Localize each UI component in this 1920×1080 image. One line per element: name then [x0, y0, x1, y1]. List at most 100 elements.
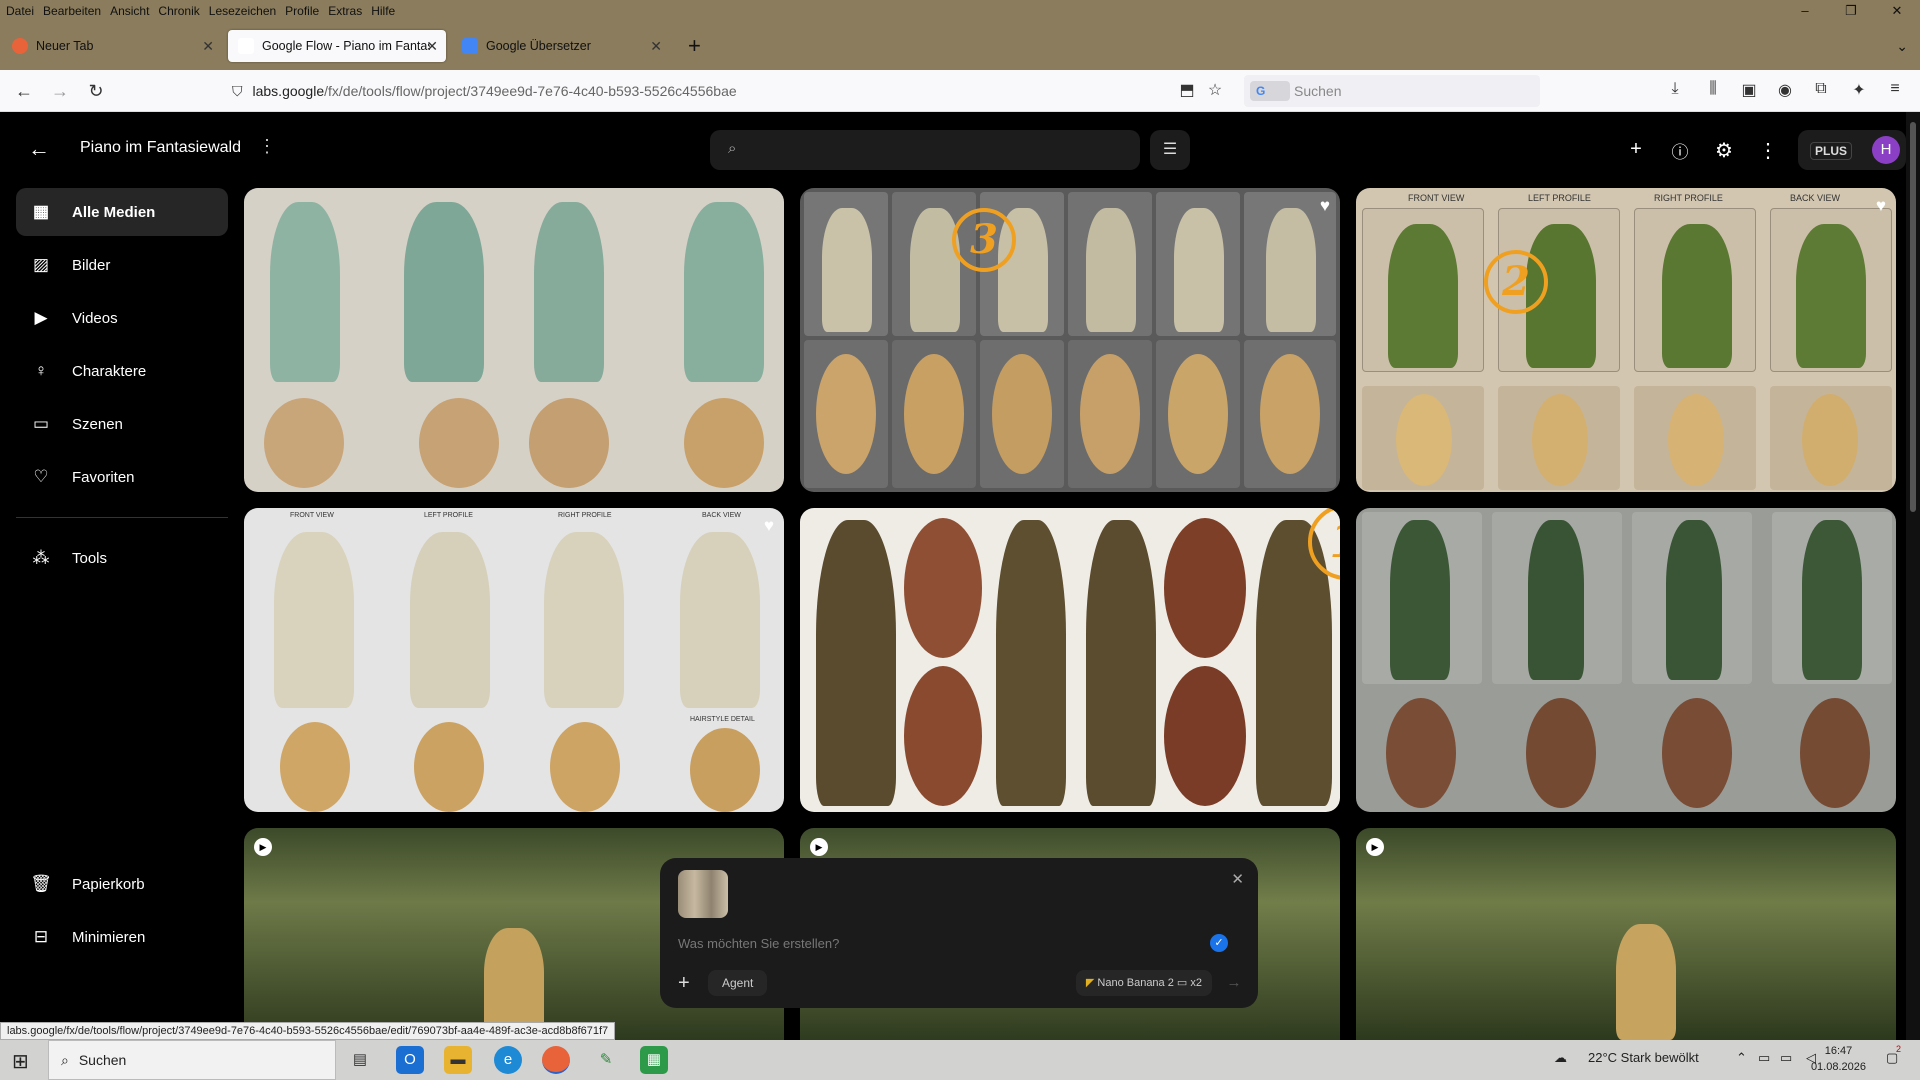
back-arrow-icon[interactable]: ←: [28, 136, 50, 162]
sidebar-item-videos[interactable]: ▶ Videos: [16, 294, 228, 342]
container-icon[interactable]: ⧉: [1810, 80, 1832, 98]
send-arrow-icon[interactable]: →: [1220, 970, 1248, 996]
new-tab-button[interactable]: +: [688, 35, 701, 57]
site-info-icon[interactable]: ⛉: [232, 83, 243, 100]
media-tile-video-forest-piano-3[interactable]: ▶: [1356, 828, 1896, 1040]
account-pill[interactable]: PLUS H: [1798, 130, 1906, 170]
edge-icon[interactable]: e: [494, 1046, 522, 1074]
notepad-icon[interactable]: ▦: [640, 1046, 668, 1074]
media-tile-green-gown-sheet[interactable]: FRONT VIEW LEFT PROFILE RIGHT PROFILE BA…: [1356, 188, 1896, 492]
menu-datei[interactable]: Datei: [6, 4, 34, 18]
add-icon[interactable]: +: [1624, 138, 1648, 161]
close-tab-icon[interactable]: ✕: [426, 38, 438, 55]
menu-profile[interactable]: Profile: [285, 4, 319, 18]
sidebar-item-alle-medien[interactable]: ▦ Alle Medien: [16, 188, 228, 236]
extensions-icon[interactable]: ✦: [1848, 80, 1870, 100]
close-icon[interactable]: ✕: [1231, 870, 1244, 888]
url-path: /fx/de/tools/flow/project/3749ee9d-7e76-…: [324, 83, 737, 99]
menu-ansicht[interactable]: Ansicht: [110, 4, 149, 18]
avatar[interactable]: H: [1872, 136, 1900, 164]
url-bar[interactable]: ⛉ labs.google/fx/de/tools/flow/project/3…: [232, 75, 1222, 107]
sidebar-item-favoriten[interactable]: ♡ Favoriten: [16, 453, 228, 501]
media-tile-green-tunic-sheet[interactable]: [1356, 508, 1896, 812]
menu-extras[interactable]: Extras: [328, 4, 362, 18]
media-tile-white-dress-sheet[interactable]: FRONT VIEW LEFT PROFILE RIGHT PROFILE BA…: [244, 508, 784, 812]
search-engine-selector[interactable]: G: [1250, 81, 1290, 101]
agent-button[interactable]: Agent: [708, 970, 768, 996]
app-icon[interactable]: ✎: [592, 1046, 620, 1074]
display-icon[interactable]: ▭: [1780, 1050, 1792, 1066]
forward-icon[interactable]: →: [48, 79, 72, 103]
maximize-window-button[interactable]: ❐: [1828, 0, 1874, 22]
favorite-heart-icon[interactable]: ♥: [1320, 196, 1330, 216]
play-icon[interactable]: ▶: [810, 838, 828, 856]
sidebar-item-papierkorb[interactable]: 🗑 Papierkorb: [16, 860, 228, 908]
menu-lesezeichen[interactable]: Lesezeichen: [209, 4, 276, 18]
sidebar-item-tools[interactable]: ⁂ Tools: [16, 534, 228, 582]
filter-button[interactable]: ☰: [1150, 130, 1190, 170]
reload-icon[interactable]: ↻: [84, 79, 108, 103]
favorite-heart-icon[interactable]: ♥: [1876, 196, 1886, 216]
clock[interactable]: 16:47 01.08.2026: [1811, 1043, 1866, 1075]
minimize-window-button[interactable]: –: [1782, 0, 1828, 22]
play-icon[interactable]: ▶: [254, 838, 272, 856]
media-tile-elf-ranger-sheet[interactable]: 1: [800, 508, 1340, 812]
model-selector[interactable]: ◤ Nano Banana 2 ▭ x2: [1075, 970, 1212, 996]
add-icon[interactable]: +: [678, 972, 690, 995]
close-window-button[interactable]: ✕: [1874, 0, 1920, 22]
library-icon[interactable]: ⫼: [1702, 80, 1724, 98]
tab-list-chevron-icon[interactable]: ⌄: [1896, 38, 1908, 55]
play-icon[interactable]: ▶: [1366, 838, 1384, 856]
sidebar-item-label: Alle Medien: [72, 203, 156, 221]
weather-icon[interactable]: ☁: [1554, 1050, 1567, 1066]
help-icon[interactable]: ⓘ: [1668, 138, 1692, 163]
web-search-input[interactable]: G Suchen: [1244, 75, 1540, 107]
sidebar-toggle-icon[interactable]: ▣: [1738, 80, 1760, 100]
close-tab-icon[interactable]: ✕: [650, 38, 662, 55]
file-explorer-icon[interactable]: ▬: [444, 1046, 472, 1074]
menu-hilfe[interactable]: Hilfe: [371, 4, 395, 18]
close-tab-icon[interactable]: ✕: [202, 38, 214, 55]
taskbar-search[interactable]: ⌕ Suchen: [48, 1040, 336, 1080]
prompt-input[interactable]: Was möchten Sie erstellen?: [678, 936, 839, 951]
sheet-label: HAIRSTYLE DETAIL: [690, 716, 755, 723]
firefox-icon[interactable]: [542, 1046, 570, 1074]
page-scrollbar[interactable]: [1906, 112, 1920, 1040]
back-icon[interactable]: ←: [12, 79, 36, 103]
settings-gear-icon[interactable]: ⚙: [1712, 138, 1736, 163]
hamburger-menu-icon[interactable]: ≡: [1884, 80, 1906, 98]
check-icon[interactable]: ✓: [1210, 934, 1228, 952]
sidebar-item-minimieren[interactable]: ⊟ Minimieren: [16, 913, 228, 961]
scene-icon: ▭: [32, 414, 50, 433]
sheet-label: FRONT VIEW: [1408, 193, 1465, 203]
tab-google-flow[interactable]: Google Flow - Piano im Fantasie ✕: [228, 30, 446, 62]
scrollbar-thumb[interactable]: [1910, 122, 1916, 512]
figure: [1086, 208, 1136, 332]
figure: [1662, 224, 1732, 368]
favorite-heart-icon[interactable]: ♥: [764, 516, 774, 536]
project-more-icon[interactable]: ⋮: [258, 136, 276, 157]
media-tile-green-dress-sheet[interactable]: [244, 188, 784, 492]
tray-chevron-icon[interactable]: ⌃: [1736, 1050, 1747, 1066]
bookmark-star-icon[interactable]: ☆: [1204, 80, 1226, 100]
reference-image-thumbnail[interactable]: [678, 870, 728, 918]
menu-bearbeiten[interactable]: Bearbeiten: [43, 4, 101, 18]
portrait: [1532, 394, 1588, 486]
weather-label[interactable]: 22°C Stark bewölkt: [1588, 1050, 1699, 1065]
network-icon[interactable]: ▭: [1758, 1050, 1770, 1066]
sidebar-item-bilder[interactable]: ▨ Bilder: [16, 241, 228, 289]
media-tile-cream-dress-grid[interactable]: 3 ♥: [800, 188, 1340, 492]
windows-start-icon[interactable]: ⊞: [12, 1049, 29, 1074]
sidebar-item-szenen[interactable]: ▭ Szenen: [16, 400, 228, 448]
downloads-icon[interactable]: ⤓: [1664, 80, 1686, 98]
outlook-icon[interactable]: O: [396, 1046, 424, 1074]
more-options-icon[interactable]: ⋮: [1756, 138, 1780, 163]
sidebar-item-charaktere[interactable]: ♀ Charaktere: [16, 347, 228, 395]
media-search-input[interactable]: ⌕: [710, 130, 1140, 170]
tab-google-uebersetzer[interactable]: Google Übersetzer ✕: [452, 30, 670, 62]
task-view-icon[interactable]: ▤: [346, 1046, 374, 1074]
account-icon[interactable]: ◉: [1774, 80, 1796, 100]
menu-chronik[interactable]: Chronik: [158, 4, 199, 18]
save-to-pocket-icon[interactable]: ⬒: [1176, 80, 1198, 100]
tab-neuer-tab[interactable]: Neuer Tab ✕: [2, 30, 222, 62]
